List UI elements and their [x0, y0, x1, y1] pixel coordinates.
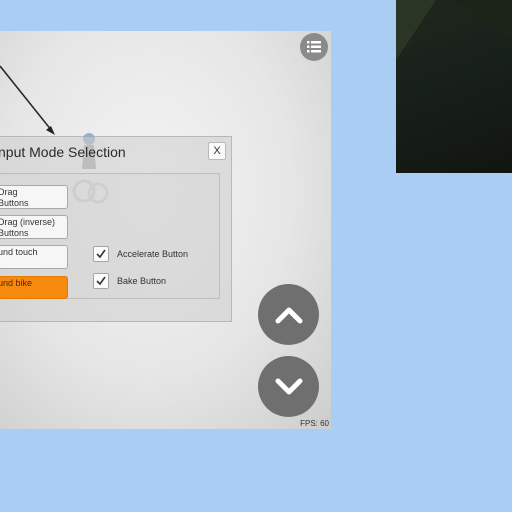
mode-drag-button[interactable]: Drag Buttons: [0, 185, 68, 209]
chevron-down-icon: [275, 378, 302, 394]
accelerate-option[interactable]: Accelerate Button: [93, 246, 188, 262]
checkmark-icon: [96, 276, 106, 286]
bake-option[interactable]: Bake Button: [93, 273, 166, 289]
throttle-down-button[interactable]: [258, 356, 319, 417]
close-button[interactable]: X: [208, 142, 226, 160]
menu-button[interactable]: [300, 33, 328, 61]
dialog-title: nput Mode Selection: [0, 144, 126, 160]
mode-label: und touch: [0, 247, 38, 257]
accelerate-label: Accelerate Button: [117, 249, 189, 259]
mode-bike-button[interactable]: und bike: [0, 276, 68, 299]
camera-preview: [396, 0, 512, 173]
bake-label: Bake Button: [117, 276, 167, 286]
mode-sublabel: Buttons: [0, 198, 29, 208]
throttle-up-button[interactable]: [258, 284, 319, 345]
mode-label: Drag (inverse): [0, 217, 56, 227]
mode-touch-button[interactable]: und touch: [0, 245, 68, 269]
bake-checkbox[interactable]: [93, 273, 109, 289]
mode-drag-inverse-button[interactable]: Drag (inverse) Buttons: [0, 215, 68, 239]
checkmark-icon: [96, 249, 106, 259]
chevron-up-icon: [275, 307, 302, 323]
mode-label: und bike: [0, 278, 33, 288]
accelerate-checkbox[interactable]: [93, 246, 109, 262]
mode-label: Drag: [0, 187, 18, 197]
fps-counter: FPS: 60: [300, 419, 329, 428]
mode-panel: Drag Buttons Drag (inverse) Buttons und …: [0, 173, 220, 299]
camera-preview-scene: [396, 0, 512, 60]
list-icon: [307, 41, 321, 53]
input-mode-dialog: nput Mode Selection X Drag Buttons Drag …: [0, 136, 232, 322]
mode-sublabel: Buttons: [0, 228, 29, 238]
